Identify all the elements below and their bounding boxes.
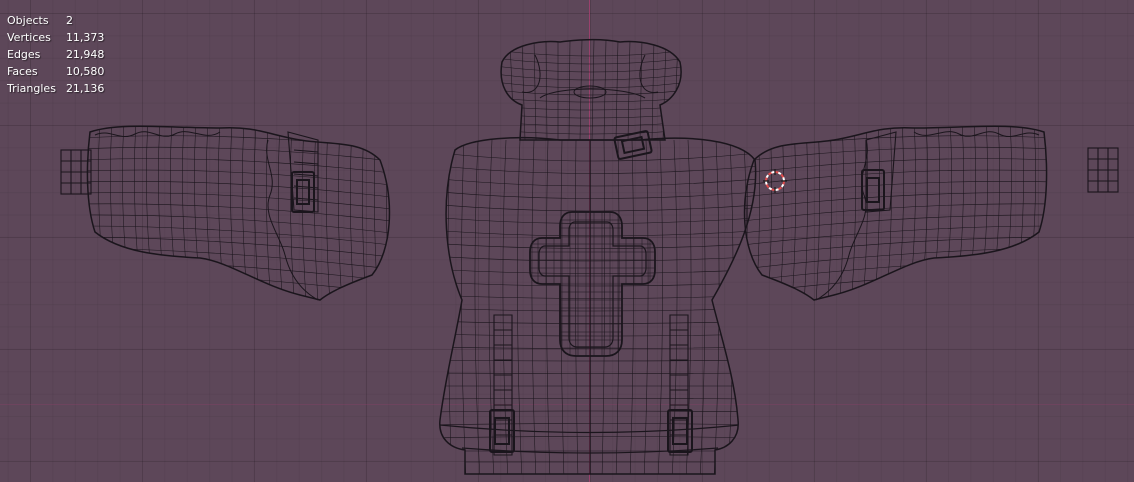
mesh-outlines [86,38,1048,475]
jacket-wireframe-mesh[interactable] [0,0,1134,482]
stat-row-triangles: Triangles 21,136 [7,80,104,97]
stat-label: Edges [7,48,41,61]
stat-label: Triangles [7,82,56,95]
stat-value: 2 [65,14,73,27]
stat-row-objects: Objects 2 [7,12,104,29]
stat-label: Vertices [7,31,51,44]
stat-label: Objects [7,14,49,27]
body-wire-grid [439,139,756,474]
stat-value: 11,373 [65,31,105,44]
stat-value: 21,136 [65,82,105,95]
3d-viewport[interactable]: Objects 2 Vertices 11,373 Edges 21,948 F… [0,0,1134,482]
stat-row-faces: Faces 10,580 [7,63,104,80]
statistics-overlay: Objects 2 Vertices 11,373 Edges 21,948 F… [7,12,104,97]
stat-value: 21,948 [65,48,105,61]
buckles [291,130,885,453]
stat-value: 10,580 [65,65,105,78]
stat-row-vertices: Vertices 11,373 [7,29,104,46]
stat-label: Faces [7,65,38,78]
3d-cursor-icon[interactable] [763,169,787,193]
right-sleeve-wire-grid [744,126,1047,300]
ruffle-details [94,131,1040,301]
stat-row-edges: Edges 21,948 [7,46,104,63]
left-sleeve-wire-grid [87,126,390,300]
collar-wire-grid [501,39,682,140]
